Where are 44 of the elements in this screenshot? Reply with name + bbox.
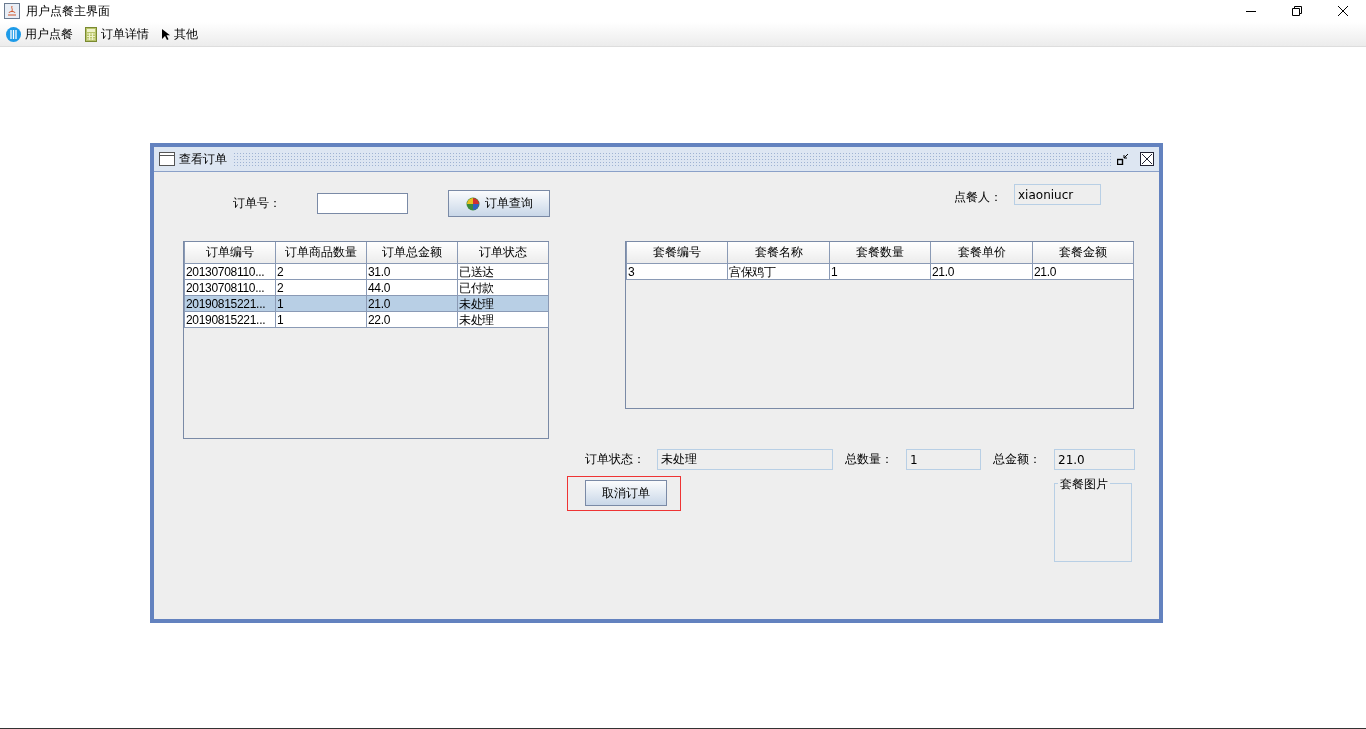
close-button[interactable] bbox=[1139, 151, 1155, 167]
pointer-icon bbox=[161, 27, 170, 41]
summary-field: 21.0 bbox=[1054, 449, 1135, 470]
restore-button[interactable] bbox=[1115, 151, 1131, 167]
table-row[interactable]: 3 宫保鸡丁 1 21.0 21.0 bbox=[626, 263, 1134, 280]
column-header[interactable]: 套餐单价 bbox=[930, 242, 1033, 264]
summary-field: 1 bbox=[906, 449, 981, 470]
menu-item[interactable]: 用户点餐 bbox=[6, 25, 85, 43]
field-label: 总数量： bbox=[845, 451, 894, 468]
menu-item[interactable]: 其他 bbox=[161, 25, 210, 43]
column-header[interactable]: 订单商品数量 bbox=[275, 242, 367, 264]
calculator-icon bbox=[85, 26, 97, 42]
order-number-field[interactable] bbox=[317, 193, 408, 214]
table-row[interactable]: 20130708110... 2 31.0 已送达 bbox=[184, 263, 549, 280]
fork-icon bbox=[6, 26, 21, 42]
app-icon bbox=[4, 3, 20, 19]
column-header[interactable]: 订单总金额 bbox=[366, 242, 458, 264]
column-header[interactable]: 订单编号 bbox=[184, 242, 276, 264]
globe-icon bbox=[465, 196, 480, 211]
column-header[interactable]: 套餐名称 bbox=[727, 242, 830, 264]
customer-field: xiaoniucr bbox=[1014, 184, 1101, 205]
column-header[interactable]: 套餐数量 bbox=[829, 242, 931, 264]
restore-icon bbox=[1117, 153, 1129, 165]
close-icon bbox=[1338, 6, 1348, 16]
panel-title: 套餐图片 bbox=[1058, 476, 1110, 493]
search-button[interactable]: 订单查询 bbox=[448, 190, 550, 217]
window-title: 用户点餐主界面 bbox=[26, 2, 110, 20]
field-label: 订单号： bbox=[233, 195, 282, 212]
cancel-order-button[interactable]: 取消订单 bbox=[585, 480, 667, 506]
close-icon bbox=[1140, 152, 1154, 166]
column-header[interactable]: 套餐金额 bbox=[1032, 242, 1134, 264]
column-header[interactable]: 套餐编号 bbox=[626, 242, 728, 264]
field-label: 总金额： bbox=[993, 451, 1042, 468]
menu-item[interactable]: 订单详情 bbox=[85, 25, 161, 43]
column-header[interactable]: 订单状态 bbox=[457, 242, 549, 264]
summary-field: 未处理 bbox=[657, 449, 833, 470]
table-row[interactable]: 20190815221... 1 21.0 未处理 bbox=[184, 295, 549, 312]
field-label: 点餐人： bbox=[954, 189, 1003, 206]
window-icon bbox=[159, 152, 175, 166]
restore-icon bbox=[1292, 6, 1302, 16]
table-row[interactable]: 20190815221... 1 22.0 未处理 bbox=[184, 311, 549, 328]
field-label: 订单状态： bbox=[585, 451, 646, 468]
internal-window-title: 查看订单 bbox=[179, 150, 228, 168]
table-row[interactable]: 20130708110... 2 44.0 已付款 bbox=[184, 279, 549, 296]
